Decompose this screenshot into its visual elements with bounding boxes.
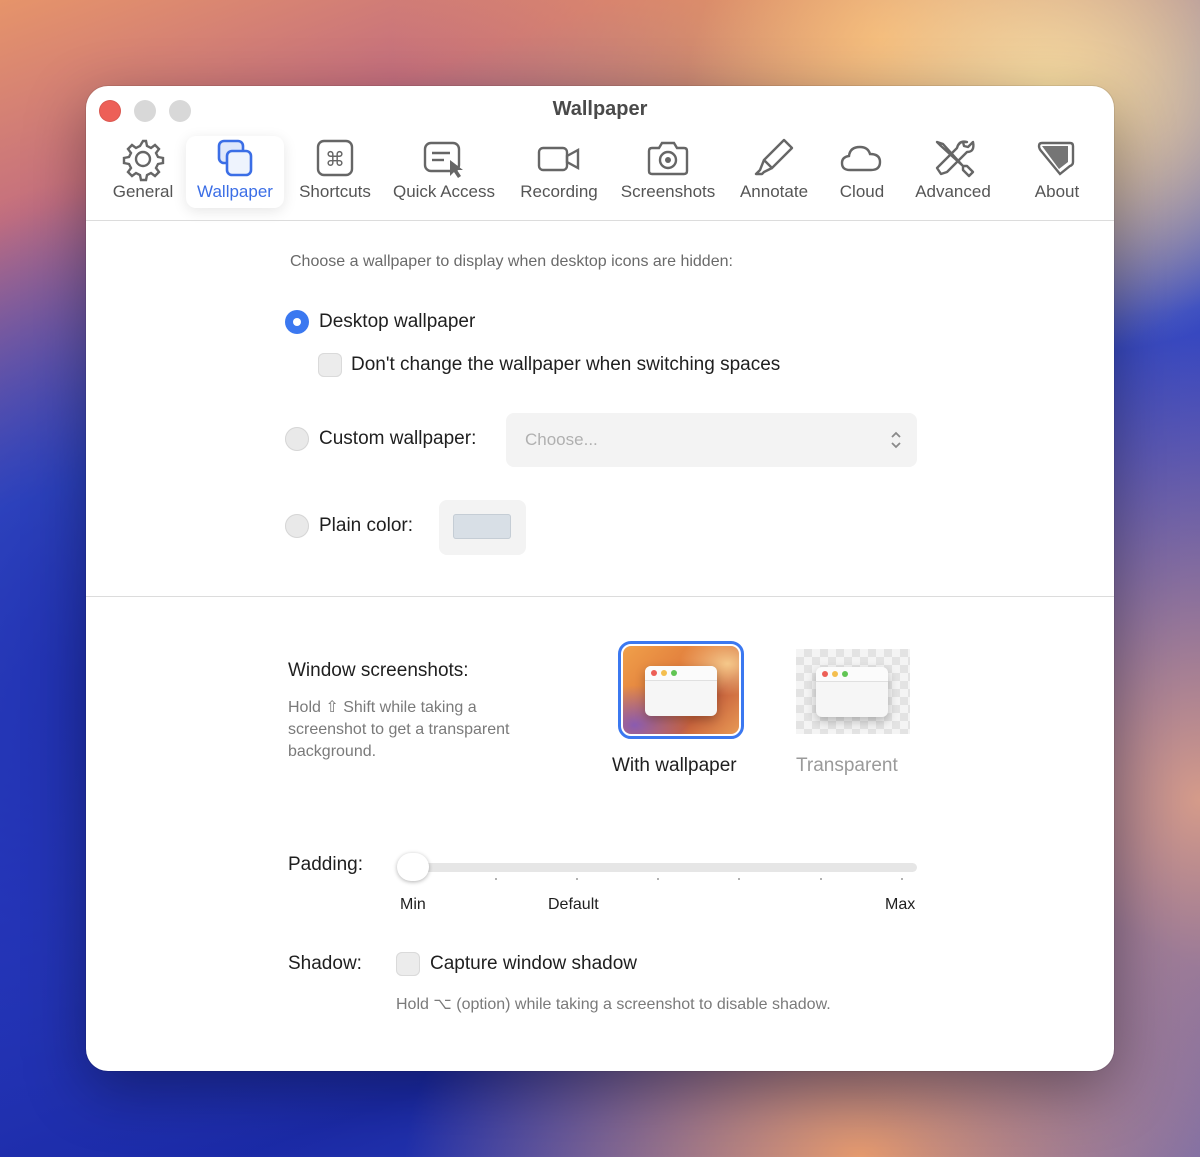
- tab-wallpaper[interactable]: Wallpaper: [186, 136, 284, 208]
- preferences-toolbar: General Wallpaper ⌘ Shortcuts Quick Acce…: [86, 136, 1114, 220]
- window-screenshots-heading: Window screenshots:: [288, 660, 469, 681]
- cloud-icon: [840, 145, 882, 172]
- tab-label: Cloud: [839, 182, 885, 201]
- command-key-icon: ⌘: [316, 139, 354, 177]
- tab-advanced[interactable]: Advanced: [908, 136, 998, 208]
- transparent-label[interactable]: Transparent: [796, 755, 898, 777]
- gear-icon: [122, 139, 165, 182]
- mini-window-preview: [645, 666, 717, 716]
- tab-label: Wallpaper: [197, 182, 273, 201]
- tab-label: Screenshots: [620, 182, 716, 201]
- custom-wallpaper-radio[interactable]: [285, 427, 309, 451]
- plain-color-well[interactable]: [439, 500, 526, 555]
- with-wallpaper-option[interactable]: [618, 641, 744, 739]
- tools-icon: [935, 140, 975, 178]
- video-camera-icon: [537, 146, 580, 172]
- slider-tick: [657, 878, 659, 880]
- about-icon: [1037, 141, 1075, 176]
- preferences-window: Wallpaper General Wallpaper ⌘ Shortcuts …: [86, 86, 1114, 1071]
- padding-min-label: Min: [400, 896, 426, 913]
- capture-window-shadow-label[interactable]: Capture window shadow: [430, 953, 637, 975]
- slider-tick: [901, 878, 903, 880]
- tab-label: Advanced: [915, 182, 991, 201]
- wallpaper-intro-text: Choose a wallpaper to display when deskt…: [290, 253, 733, 270]
- with-wallpaper-label[interactable]: With wallpaper: [612, 755, 737, 777]
- tab-recording[interactable]: Recording: [511, 136, 607, 208]
- padding-max-label: Max: [885, 896, 916, 913]
- slider-tick: [576, 878, 578, 880]
- desktop-wallpaper-radio[interactable]: [285, 310, 309, 334]
- window-title: Wallpaper: [552, 98, 648, 120]
- plain-color-radio[interactable]: [285, 514, 309, 538]
- plain-color-swatch: [453, 514, 511, 539]
- custom-wallpaper-label[interactable]: Custom wallpaper:: [319, 428, 476, 450]
- tab-cloud[interactable]: Cloud: [826, 136, 898, 208]
- tab-label: Shortcuts: [299, 182, 371, 201]
- slider-tick: [495, 878, 497, 880]
- tab-label: Annotate: [739, 182, 809, 201]
- tab-general[interactable]: General: [108, 136, 178, 208]
- slider-tick: [738, 878, 740, 880]
- quick-access-icon: [423, 141, 463, 178]
- shadow-hint: Hold ⌥ (option) while taking a screensho…: [396, 996, 831, 1013]
- capture-window-shadow-checkbox[interactable]: [396, 952, 420, 976]
- desktop-wallpaper-label[interactable]: Desktop wallpaper: [319, 311, 475, 333]
- mini-window-preview: [816, 667, 888, 717]
- custom-wallpaper-select[interactable]: Choose...: [506, 413, 917, 467]
- shadow-label: Shadow:: [288, 953, 362, 974]
- chevron-up-down-icon: [891, 431, 901, 449]
- tab-label: Quick Access: [392, 182, 496, 201]
- tab-screenshots[interactable]: Screenshots: [612, 136, 724, 208]
- dont-change-wallpaper-checkbox[interactable]: [318, 353, 342, 377]
- toolbar-divider: [86, 220, 1114, 221]
- tab-label: Recording: [520, 182, 598, 201]
- tab-label: General: [112, 182, 174, 201]
- tab-shortcuts[interactable]: ⌘ Shortcuts: [291, 136, 379, 208]
- tab-quick-access[interactable]: Quick Access: [388, 136, 500, 208]
- padding-slider-track[interactable]: [400, 863, 917, 872]
- svg-text:⌘: ⌘: [325, 147, 345, 171]
- tab-label: About: [1034, 182, 1080, 201]
- padding-default-label: Default: [548, 896, 599, 913]
- custom-wallpaper-placeholder: Choose...: [525, 430, 598, 449]
- dont-change-wallpaper-label[interactable]: Don't change the wallpaper when switchin…: [351, 354, 780, 376]
- wallpaper-icon: [217, 139, 253, 177]
- section-divider: [86, 596, 1114, 597]
- plain-color-label[interactable]: Plain color:: [319, 515, 413, 537]
- camera-icon: [647, 141, 689, 176]
- highlighter-icon: [754, 138, 794, 176]
- padding-slider-knob[interactable]: [397, 853, 429, 881]
- padding-label: Padding:: [288, 854, 364, 875]
- tab-annotate[interactable]: Annotate: [731, 136, 817, 208]
- transparent-option[interactable]: [796, 649, 910, 734]
- window-screenshots-hint: Hold ⇧ Shift while taking a screenshot t…: [288, 699, 510, 760]
- tab-about[interactable]: About: [1021, 136, 1093, 208]
- slider-tick: [820, 878, 822, 880]
